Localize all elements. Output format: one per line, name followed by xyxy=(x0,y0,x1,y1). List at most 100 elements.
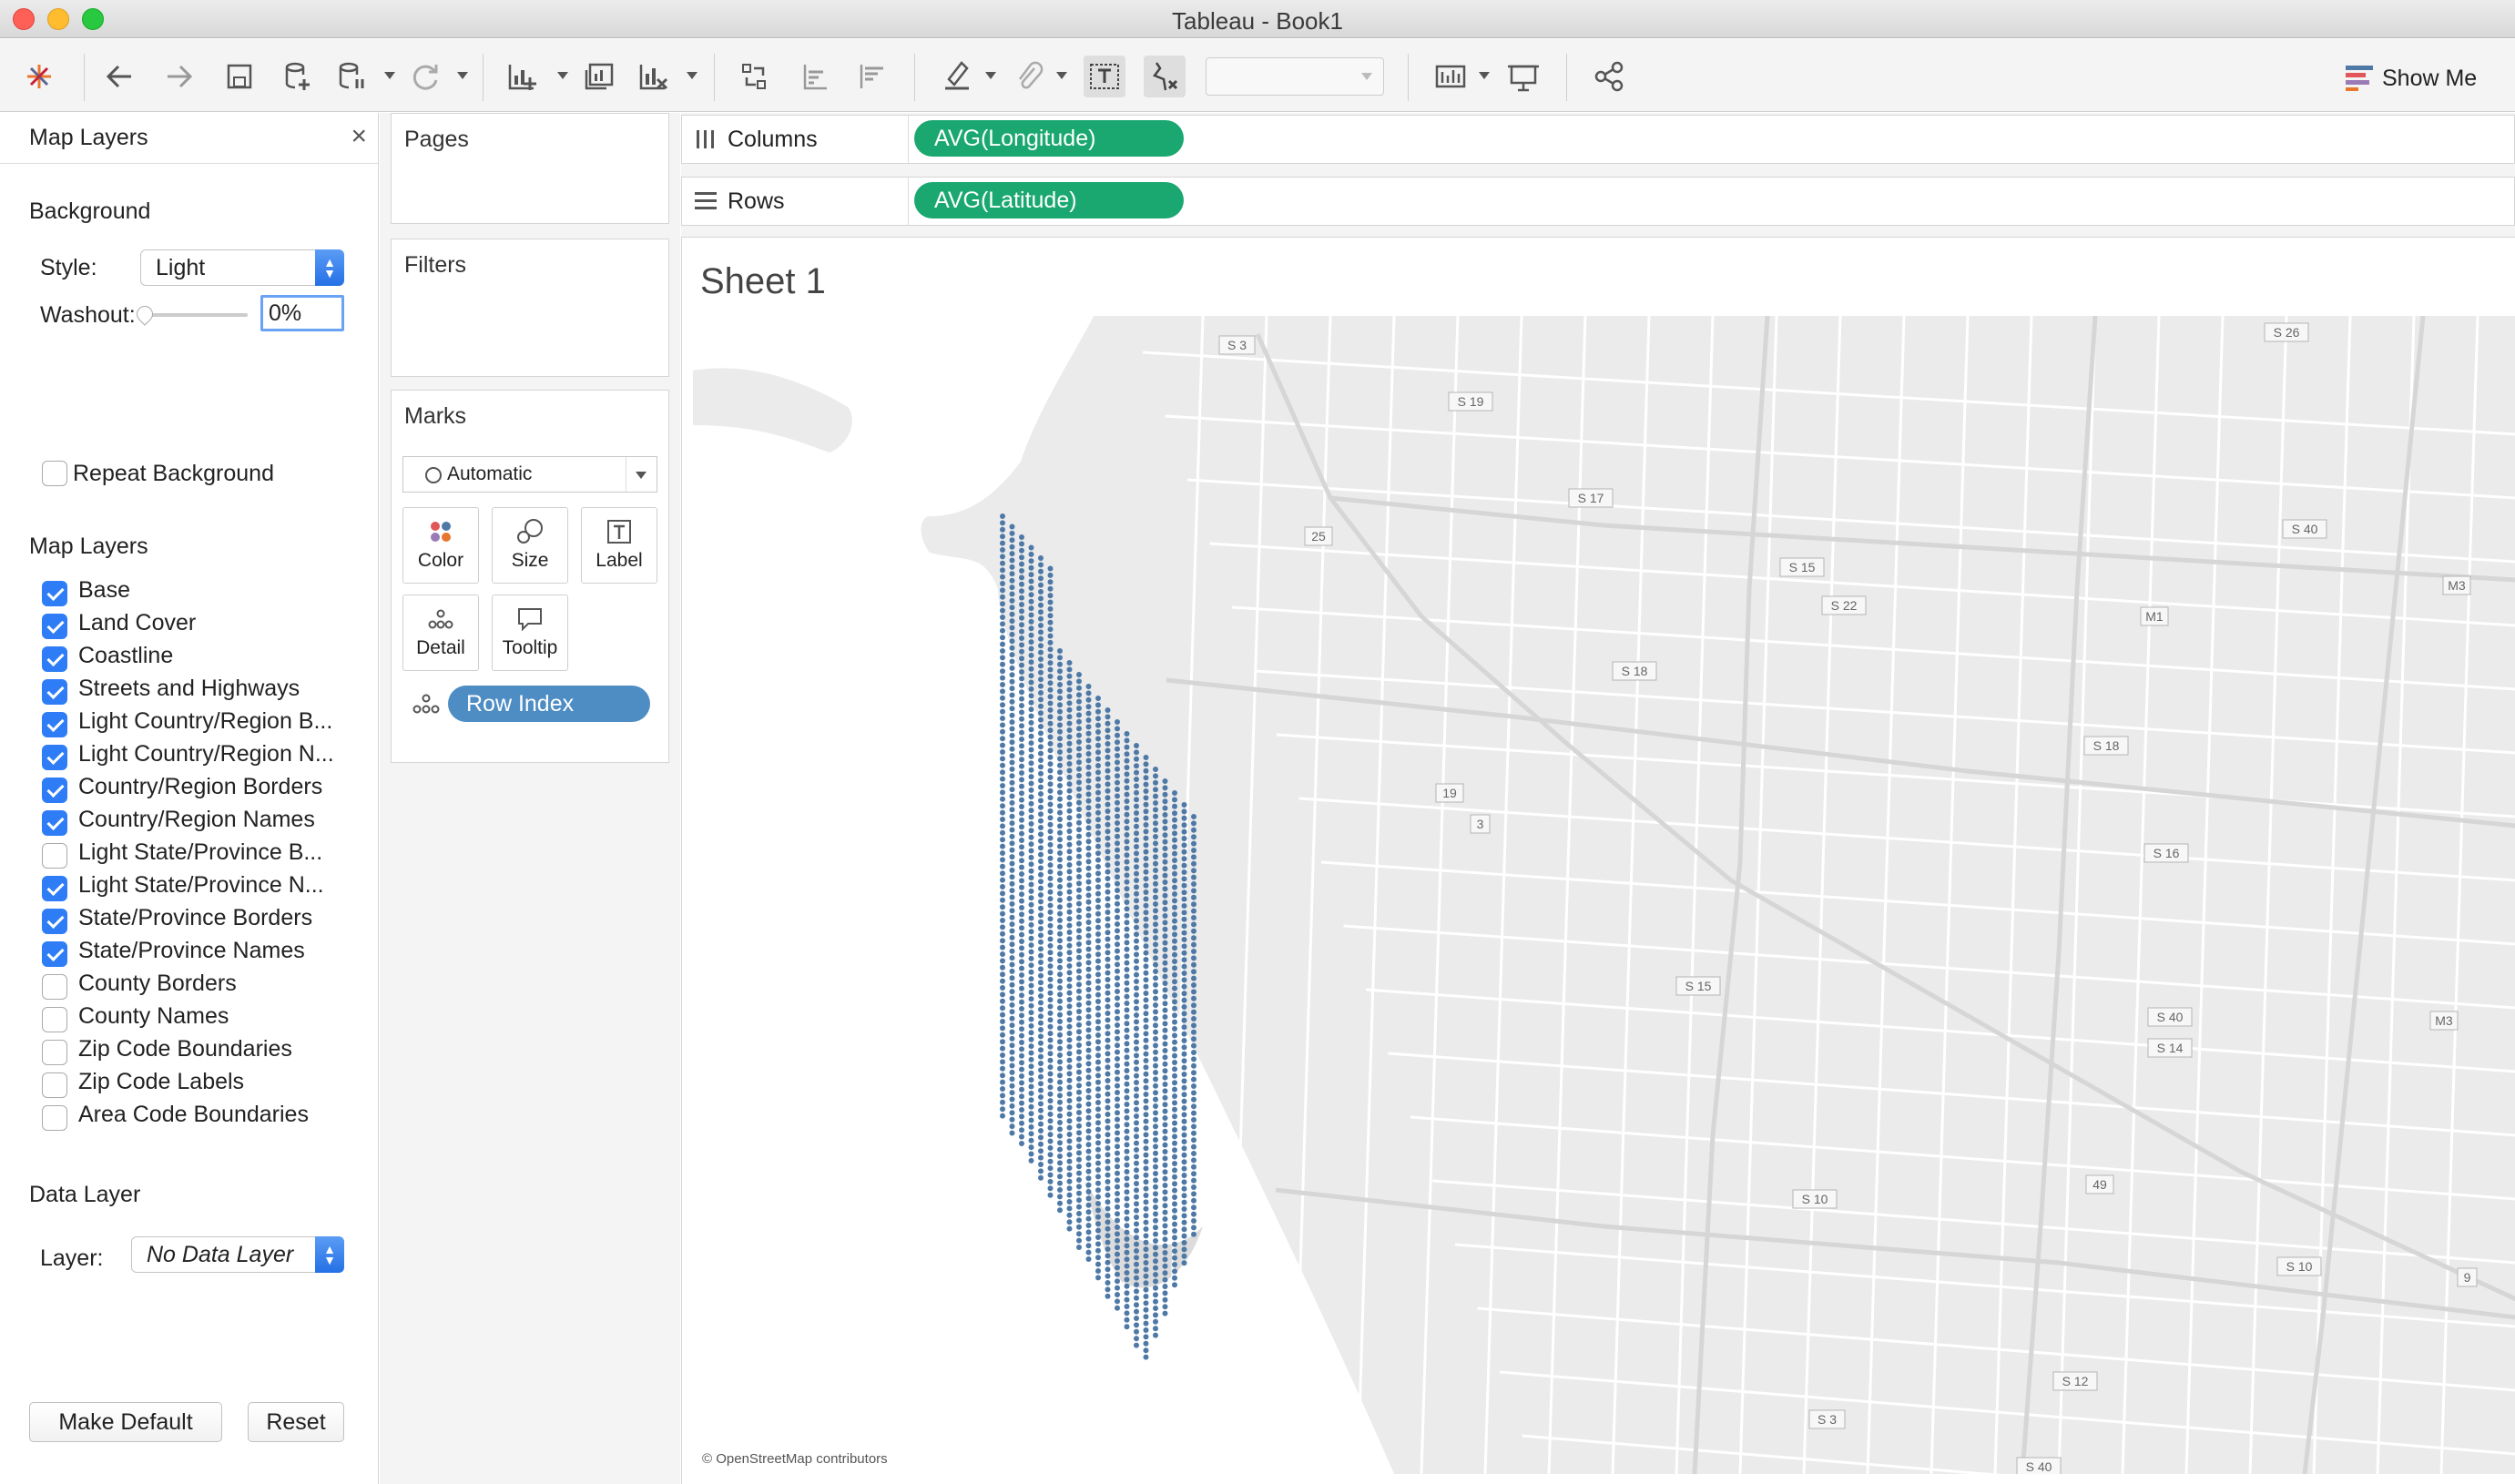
map-mark[interactable] xyxy=(1085,1067,1092,1073)
map-mark[interactable] xyxy=(1066,869,1073,875)
map-mark[interactable] xyxy=(1028,760,1034,767)
map-mark[interactable] xyxy=(1076,1103,1082,1109)
map-mark[interactable] xyxy=(1191,848,1196,853)
map-mark[interactable] xyxy=(1085,1007,1092,1013)
map-mark[interactable] xyxy=(1047,930,1054,936)
map-mark[interactable] xyxy=(1019,696,1024,702)
map-mark[interactable] xyxy=(1000,971,1005,978)
map-mark[interactable] xyxy=(1038,582,1044,588)
map-mark[interactable] xyxy=(1143,943,1149,950)
map-mark[interactable] xyxy=(1143,1064,1149,1071)
map-mark[interactable] xyxy=(1134,1215,1139,1220)
map-mark[interactable] xyxy=(1057,890,1063,897)
map-mark[interactable] xyxy=(1143,849,1149,855)
map-mark[interactable] xyxy=(1047,1152,1054,1158)
map-mark[interactable] xyxy=(1038,1067,1044,1073)
map-mark[interactable] xyxy=(1105,1152,1111,1158)
map-mark[interactable] xyxy=(1019,1006,1024,1011)
map-mark[interactable] xyxy=(1124,839,1130,845)
map-mark[interactable] xyxy=(1019,703,1024,708)
map-mark[interactable] xyxy=(1047,613,1054,619)
map-mark[interactable] xyxy=(1153,1258,1158,1265)
map-mark[interactable] xyxy=(1057,985,1063,991)
map-mark[interactable] xyxy=(1172,1012,1177,1019)
map-mark[interactable] xyxy=(1000,736,1005,742)
map-mark[interactable] xyxy=(1009,1116,1015,1123)
map-mark[interactable] xyxy=(1143,1320,1149,1326)
map-mark[interactable] xyxy=(1057,648,1063,654)
map-mark[interactable] xyxy=(1134,1025,1139,1032)
map-mark[interactable] xyxy=(1134,1328,1139,1335)
map-mark[interactable] xyxy=(1095,1106,1101,1113)
map-mark[interactable] xyxy=(1057,668,1063,675)
map-mark[interactable] xyxy=(1047,841,1054,848)
map-mark[interactable] xyxy=(1085,1134,1092,1141)
map-mark[interactable] xyxy=(1134,1235,1139,1241)
map-mark[interactable] xyxy=(1085,1168,1092,1174)
map-mark[interactable] xyxy=(1047,835,1054,841)
map-mark[interactable] xyxy=(1105,882,1111,889)
map-mark[interactable] xyxy=(1066,801,1073,808)
map-mark[interactable] xyxy=(1143,1239,1149,1245)
map-mark[interactable] xyxy=(1009,577,1015,584)
map-mark[interactable] xyxy=(1047,828,1054,835)
map-mark[interactable] xyxy=(1085,946,1092,952)
map-mark[interactable] xyxy=(1009,732,1015,738)
new-worksheet-icon[interactable] xyxy=(503,56,541,97)
map-mark[interactable] xyxy=(1115,1096,1120,1103)
map-mark[interactable] xyxy=(1076,1009,1082,1014)
map-mark[interactable] xyxy=(1162,1082,1168,1087)
map-mark[interactable] xyxy=(1047,1037,1054,1043)
map-mark[interactable] xyxy=(1076,685,1082,691)
map-mark[interactable] xyxy=(1115,1116,1120,1123)
map-layer-item[interactable]: Area Code Boundaries xyxy=(0,1102,364,1134)
map-mark[interactable] xyxy=(1162,839,1168,845)
map-mark[interactable] xyxy=(1181,1051,1187,1057)
map-mark[interactable] xyxy=(1143,1294,1149,1299)
map-mark[interactable] xyxy=(1047,1178,1054,1184)
map-mark[interactable] xyxy=(1162,1183,1168,1188)
map-mark[interactable] xyxy=(1172,803,1177,809)
map-mark[interactable] xyxy=(1057,823,1063,829)
map-mark[interactable] xyxy=(1172,1120,1177,1126)
map-mark[interactable] xyxy=(1143,1260,1149,1265)
map-mark[interactable] xyxy=(1019,568,1024,574)
map-mark[interactable] xyxy=(1038,892,1044,898)
map-mark[interactable] xyxy=(1191,1164,1196,1170)
map-mark[interactable] xyxy=(1028,699,1034,706)
map-mark[interactable] xyxy=(1028,767,1034,773)
map-mark[interactable] xyxy=(1000,870,1005,877)
map-mark[interactable] xyxy=(1000,877,1005,883)
map-mark[interactable] xyxy=(1066,1051,1073,1057)
map-mark[interactable] xyxy=(1115,1143,1120,1150)
map-mark[interactable] xyxy=(1162,1290,1168,1296)
map-mark[interactable] xyxy=(1153,1306,1158,1311)
map-mark[interactable] xyxy=(1162,1041,1168,1047)
map-mark[interactable] xyxy=(1066,1104,1073,1111)
map-mark[interactable] xyxy=(1057,1140,1063,1146)
map-mark[interactable] xyxy=(1019,534,1024,540)
map-mark[interactable] xyxy=(1038,899,1044,905)
map-mark[interactable] xyxy=(1124,818,1130,825)
map-mark[interactable] xyxy=(1038,635,1044,642)
map-mark[interactable] xyxy=(1134,1322,1139,1328)
map-mark[interactable] xyxy=(1000,702,1005,708)
map-mark[interactable] xyxy=(1105,795,1111,801)
map-mark[interactable] xyxy=(1162,1094,1168,1101)
map-mark[interactable] xyxy=(1134,1227,1139,1234)
map-mark[interactable] xyxy=(1124,1270,1130,1276)
map-mark[interactable] xyxy=(1095,850,1101,857)
map-mark[interactable] xyxy=(1085,1256,1092,1262)
map-mark[interactable] xyxy=(1085,1033,1092,1040)
map-mark[interactable] xyxy=(1066,747,1073,754)
map-mark[interactable] xyxy=(1038,865,1044,871)
map-mark[interactable] xyxy=(1028,605,1034,612)
map-mark[interactable] xyxy=(1000,789,1005,796)
map-mark[interactable] xyxy=(1191,1062,1196,1069)
map-mark[interactable] xyxy=(1019,838,1024,843)
map-mark[interactable] xyxy=(1115,1271,1120,1277)
map-mark[interactable] xyxy=(1000,951,1005,957)
map-mark[interactable] xyxy=(1181,1179,1187,1185)
map-mark[interactable] xyxy=(1038,623,1044,628)
map-mark[interactable] xyxy=(1134,1080,1139,1085)
